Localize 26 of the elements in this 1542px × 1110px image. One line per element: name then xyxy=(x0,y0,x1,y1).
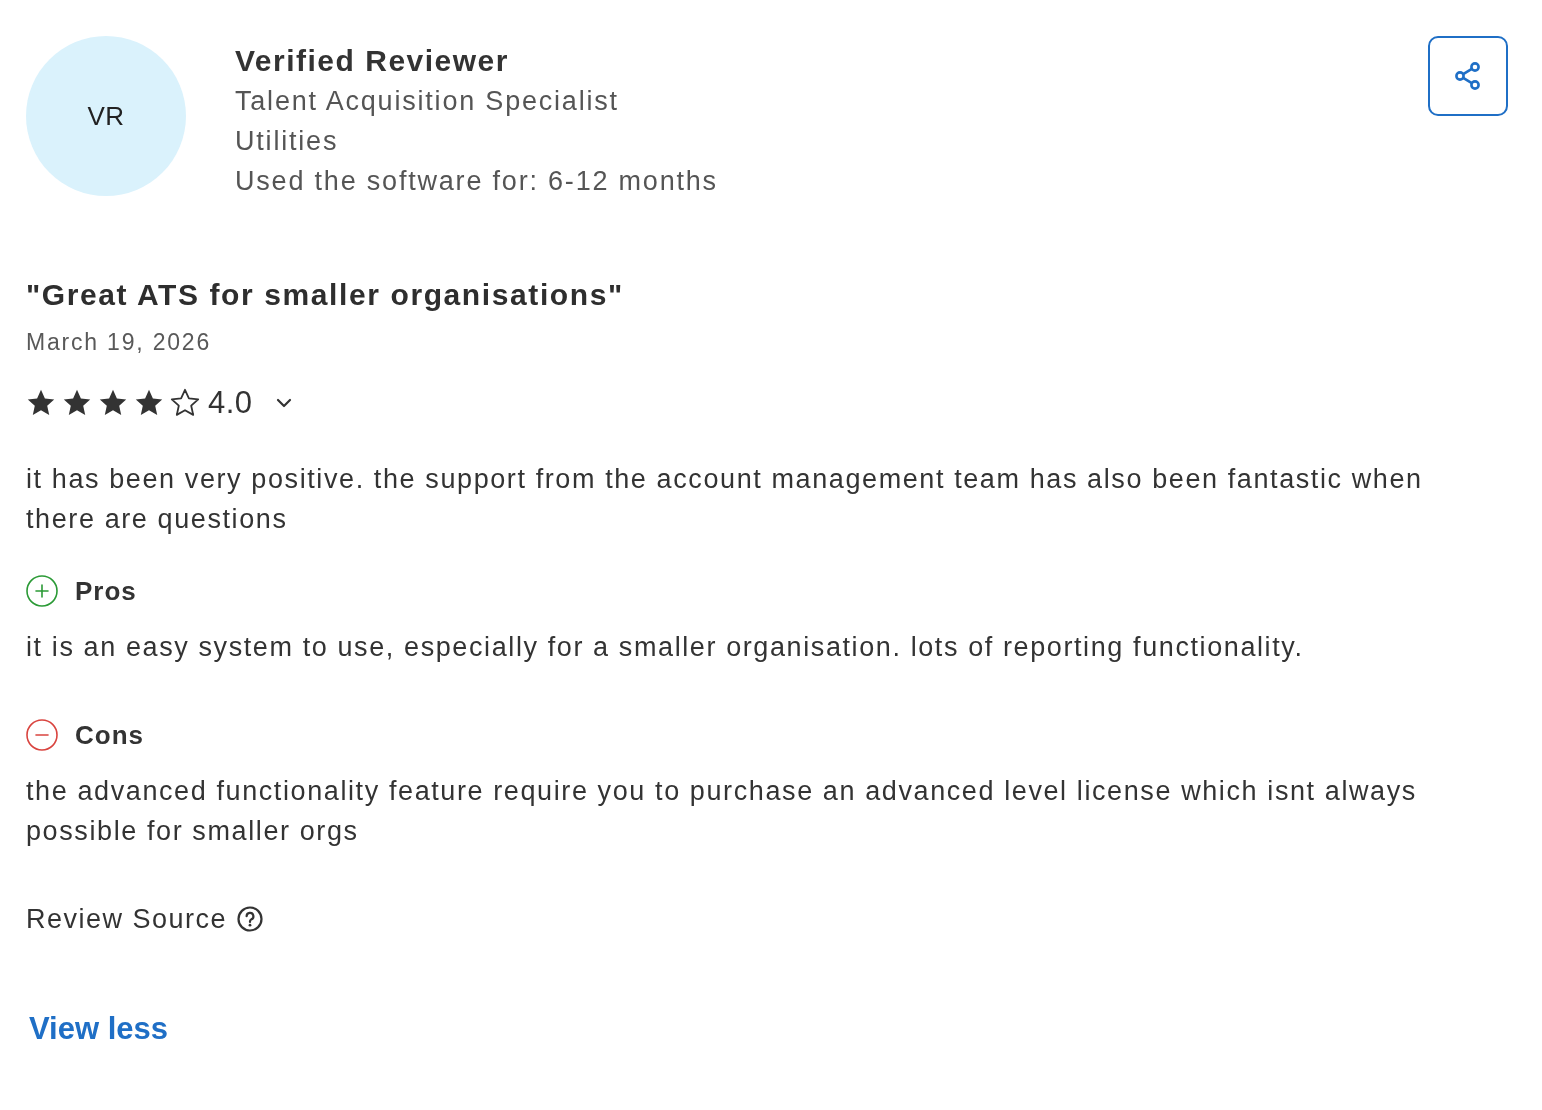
review-title: "Great ATS for smaller organisations" xyxy=(26,277,624,313)
section-text: it is an easy system to use, especially for a smaller organisation. lots of reporting functionality. xyxy=(26,631,1305,664)
view-less-link[interactable]: View less xyxy=(29,1009,169,1049)
rating-value: 4.0 xyxy=(208,385,253,421)
share-icon xyxy=(1453,61,1483,91)
chevron-down-icon[interactable] xyxy=(274,397,293,409)
review-summary: it has been very positive. the support from the account management team has also been fantastic when there are questions xyxy=(26,463,1424,536)
minus-circle-icon xyxy=(26,719,58,751)
help-icon[interactable] xyxy=(237,906,264,932)
reviewer-name: Verified Reviewer xyxy=(235,43,509,79)
review-date: March 19, 2026 xyxy=(26,328,212,357)
reviewer-job-title: Talent Acquisition Specialist xyxy=(235,85,619,118)
review-source-label: Review Source xyxy=(26,903,228,935)
outline-star-icon xyxy=(170,388,200,418)
reviewer-industry: Utilities xyxy=(235,125,339,158)
section-heading: Cons xyxy=(75,719,144,751)
filled-star-icon xyxy=(62,388,92,418)
share-button[interactable] xyxy=(1428,36,1508,116)
avatar-initials: VR xyxy=(87,100,125,132)
filled-star-icon xyxy=(134,388,164,418)
filled-star-icon xyxy=(26,388,56,418)
section-text: the advanced functionality feature require you to purchase an advanced level license which isnt always possible for smaller orgs xyxy=(26,775,1418,848)
plus-circle-icon xyxy=(26,575,58,607)
usage-duration: Used the software for: 6-12 months xyxy=(235,165,718,198)
section-heading: Pros xyxy=(75,575,137,607)
filled-star-icon xyxy=(98,388,128,418)
